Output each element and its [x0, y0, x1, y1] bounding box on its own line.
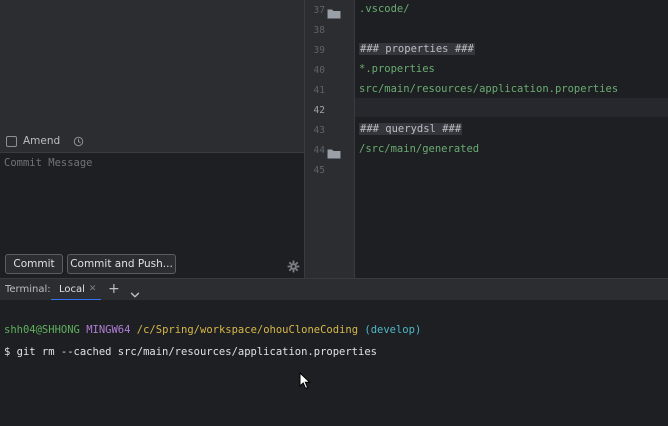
terminal-prompt: shh04@SHHONG MINGW64 /c/Spring/workspace… — [4, 324, 421, 336]
line-number: 44 — [313, 145, 325, 156]
gear-icon[interactable] — [287, 258, 300, 273]
gitignore-editor[interactable]: 37 38 39 40 41 42 43 44 45 .vscode/ ### propertie… — [304, 0, 668, 278]
changes-tree-area[interactable] — [0, 0, 304, 130]
code-line: *.properties — [359, 63, 435, 75]
prompt-branch: (develop) — [364, 324, 422, 336]
line-number: 45 — [313, 165, 325, 176]
commit-message-input[interactable] — [4, 157, 300, 237]
chevron-down-icon[interactable] — [130, 285, 140, 298]
line-number: 37 — [313, 5, 325, 16]
line-number: 40 — [313, 65, 325, 76]
commit-message-area — [0, 152, 304, 248]
close-icon[interactable]: ✕ — [89, 284, 97, 294]
ignore-pattern: .vscode/ — [359, 3, 410, 15]
amend-label: Amend — [23, 135, 61, 147]
commit-panel: Amend Commit Commit and Push... — [0, 0, 304, 278]
line-number: 39 — [313, 45, 325, 56]
folder-icon — [327, 4, 341, 19]
line-number: 42 — [313, 105, 325, 116]
ignore-pattern: src/main/resources/application.propertie… — [359, 83, 619, 95]
code-line: ### querydsl ### — [359, 123, 463, 135]
prompt-path: /c/Spring/workspace/ohouCloneCoding — [136, 324, 359, 336]
code-line: src/main/resources/application.propertie… — [359, 83, 618, 95]
current-line-highlight — [355, 98, 668, 117]
code-line: .vscode/ — [359, 3, 410, 15]
prompt-user: shh04@SHHONG — [4, 324, 80, 336]
amend-checkbox[interactable] — [6, 135, 17, 147]
ignore-pattern: *.properties — [359, 63, 435, 75]
code-line: ### properties ### — [359, 43, 475, 55]
folder-icon — [327, 144, 341, 159]
line-number: 41 — [313, 85, 325, 96]
line-number: 38 — [313, 25, 325, 36]
tab-local[interactable]: Local ✕ — [51, 279, 101, 301]
commit-button[interactable]: Commit — [5, 254, 63, 274]
comment-heading: ### querydsl ### — [359, 123, 463, 135]
comment-heading: ### properties ### — [359, 43, 475, 55]
ignore-pattern: /src/main/generated — [359, 143, 480, 155]
code-line: /src/main/generated — [359, 143, 479, 155]
clock-icon[interactable] — [72, 135, 84, 147]
plus-icon[interactable]: + — [108, 282, 120, 296]
prompt-host: MINGW64 — [86, 324, 131, 336]
line-number-gutter: 37 38 39 40 41 42 43 44 45 — [305, 0, 355, 278]
mouse-cursor-icon — [299, 371, 311, 390]
commit-actions: Commit Commit and Push... — [0, 248, 304, 278]
terminal-command: $ git rm --cached src/main/resources/app… — [4, 346, 377, 358]
terminal-output[interactable]: shh04@SHHONG MINGW64 /c/Spring/workspace… — [0, 300, 668, 426]
tab-local-label: Local — [59, 283, 85, 295]
commit-and-push-button[interactable]: Commit and Push... — [67, 254, 176, 274]
amend-row: Amend — [0, 130, 304, 152]
terminal-header: Terminal: Local ✕ + — [0, 278, 668, 301]
terminal-title: Terminal: — [5, 284, 51, 295]
line-number: 43 — [313, 125, 325, 136]
